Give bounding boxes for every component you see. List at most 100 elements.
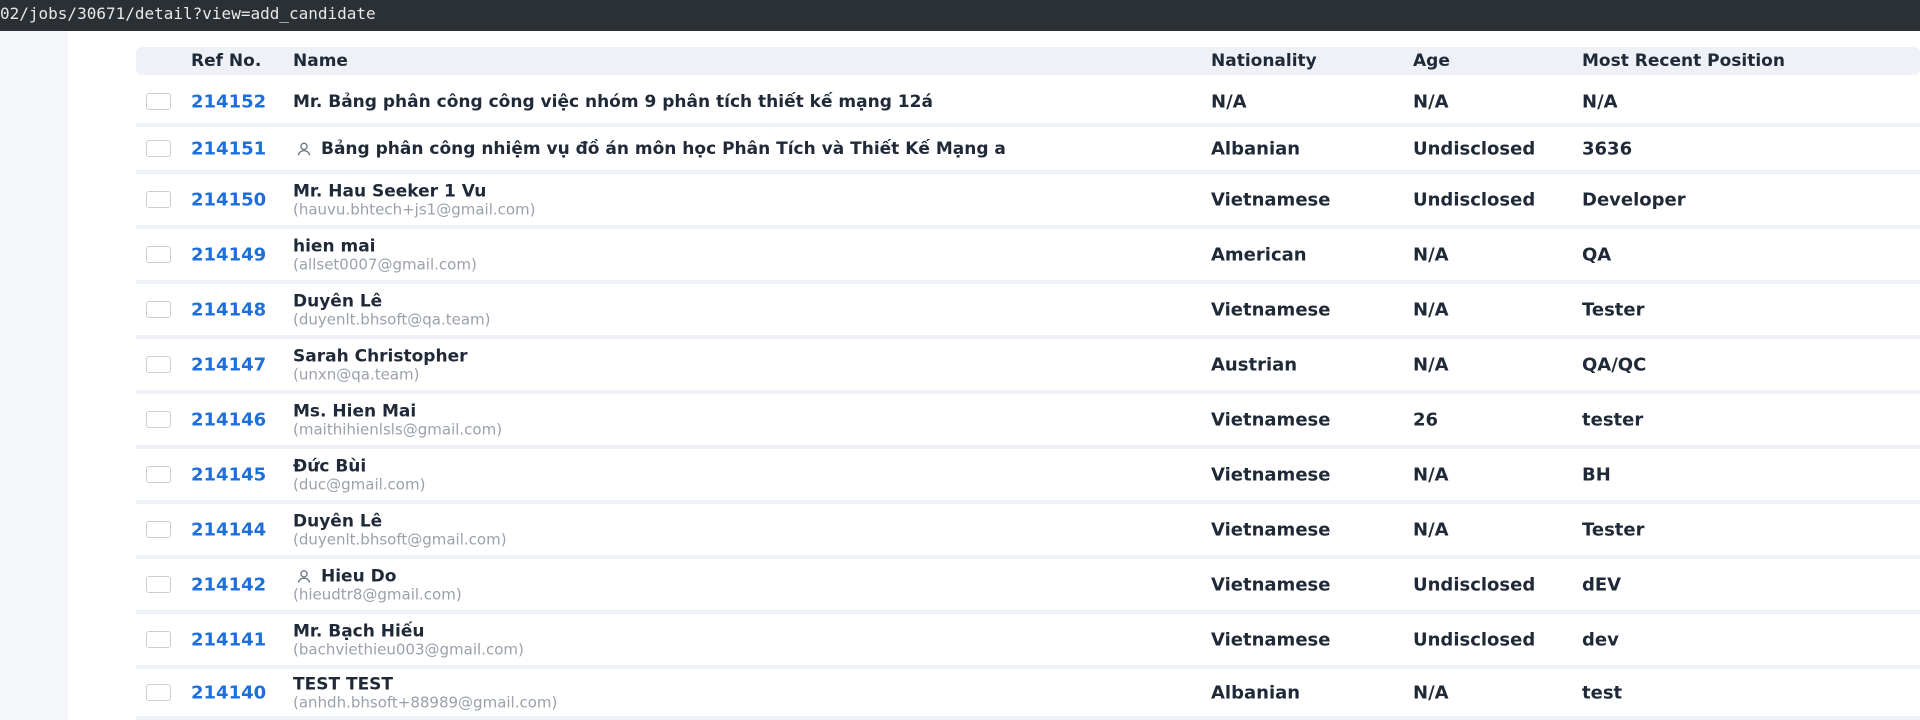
most-recent-position-cell: tester [1582,409,1644,430]
candidate-ref-link[interactable]: 214146 [191,409,266,430]
candidate-name-cell: Đức Bùi (duc@gmail.com) [293,456,1293,493]
candidate-ref-link[interactable]: 214142 [191,574,266,595]
candidate-name-cell: Hieu Do (hieudtr8@gmail.com) [293,566,1293,603]
candidate-ref-link[interactable]: 214141 [191,629,266,650]
candidate-name-cell: TEST TEST (anhdh.bhsoft+88989@gmail.com) [293,674,1293,711]
candidate-name-line: Duyên Lê [293,511,1293,531]
candidate-ref-link[interactable]: 214150 [191,189,266,210]
age-cell: 26 [1413,409,1439,430]
candidate-ref-link[interactable]: 214151 [191,138,266,159]
candidate-name-line: Mr. Bạch Hiếu [293,621,1293,641]
candidate-name-line: Bảng phân công nhiệm vụ đồ án môn học Ph… [293,139,1293,159]
row-select-checkbox[interactable] [146,190,171,208]
row-select-checkbox[interactable] [146,465,171,483]
candidate-name[interactable]: Mr. Bảng phân công công việc nhóm 9 phân… [293,92,933,112]
table-row[interactable]: 214146 Ms. Hien Mai (maithihienlsls@gmail.… [136,394,1920,449]
candidate-name-line: hien mai [293,236,1293,256]
age-cell: Undisclosed [1413,138,1536,159]
candidate-name[interactable]: Bảng phân công nhiệm vụ đồ án môn học Ph… [321,139,1006,159]
age-cell: N/A [1413,464,1449,485]
candidate-name[interactable]: Mr. Bạch Hiếu [293,621,424,641]
url-text: 02/jobs/30671/detail?view=add_candidate [0,4,376,23]
row-select-checkbox[interactable] [146,630,171,648]
candidate-ref-link[interactable]: 214144 [191,519,266,540]
row-select-checkbox[interactable] [146,575,171,593]
table-row[interactable]: 214147 Sarah Christopher (unxn@qa.team) Aus… [136,339,1920,394]
candidate-ref-link[interactable]: 214152 [191,92,266,113]
age-cell: N/A [1413,299,1449,320]
table-row[interactable]: 214145 Đức Bùi (duc@gmail.com) Vietnamese N/… [136,449,1920,504]
candidate-email: (hieudtr8@gmail.com) [293,585,462,603]
row-select-checkbox[interactable] [146,93,171,110]
candidate-name[interactable]: hien mai [293,236,376,256]
table-row[interactable]: 214152 Mr. Bảng phân công công việc nhóm … [136,81,1920,127]
candidate-email: (duyenlt.bhsoft@gmail.com) [293,530,507,548]
candidate-name[interactable]: Hieu Do [321,566,396,586]
nationality-cell: Albanian [1211,682,1301,703]
row-select-checkbox[interactable] [146,245,171,263]
column-header-age[interactable]: Age [1413,47,1450,75]
candidate-name-line: Ms. Hien Mai [293,401,1293,421]
candidate-name-cell: hien mai (allset0007@gmail.com) [293,236,1293,273]
candidate-name-line: Sarah Christopher [293,346,1293,366]
nationality-cell: Vietnamese [1211,574,1331,595]
table-row[interactable]: 214141 Mr. Bạch Hiếu (bachviethieu003@gmai… [136,614,1920,669]
age-cell: N/A [1413,354,1449,375]
table-row[interactable]: 214148 Duyên Lê (duyenlt.bhsoft@qa.team) Vi… [136,284,1920,339]
age-cell: Undisclosed [1413,189,1536,210]
candidate-name-line: Duyên Lê [293,291,1293,311]
left-sidebar [0,31,68,720]
candidate-name[interactable]: Ms. Hien Mai [293,401,416,421]
row-select-checkbox[interactable] [146,410,171,428]
candidate-name[interactable]: Mr. Hau Seeker 1 Vu [293,181,486,201]
nationality-cell: N/A [1211,91,1247,113]
column-header-ref-no[interactable]: Ref No. [191,47,261,75]
nationality-cell: Albanian [1211,138,1301,159]
row-select-checkbox[interactable] [146,300,171,318]
candidate-name[interactable]: Sarah Christopher [293,346,468,366]
row-select-checkbox[interactable] [146,355,171,373]
age-cell: N/A [1413,519,1449,540]
age-cell: N/A [1413,244,1449,265]
row-select-checkbox[interactable] [146,683,171,701]
candidate-name-cell: Bảng phân công nhiệm vụ đồ án môn học Ph… [293,139,1293,159]
candidate-ref-link[interactable]: 214149 [191,244,266,265]
candidate-email: (allset0007@gmail.com) [293,255,477,273]
candidate-name-cell: Mr. Hau Seeker 1 Vu (hauvu.bhtech+js1@gma… [293,181,1293,218]
candidate-name[interactable]: Duyên Lê [293,511,382,531]
candidate-name-cell: Duyên Lê (duyenlt.bhsoft@qa.team) [293,291,1293,328]
table-row[interactable]: 214144 Duyên Lê (duyenlt.bhsoft@gmail.com)… [136,504,1920,559]
candidate-name-line: Mr. Bảng phân công công việc nhóm 9 phân… [293,92,1293,112]
candidate-ref-link[interactable]: 214145 [191,464,266,485]
column-header-name[interactable]: Name [293,47,348,75]
row-select-checkbox[interactable] [146,139,171,157]
candidate-name[interactable]: TEST TEST [293,674,393,694]
most-recent-position-cell: BH [1582,464,1611,485]
candidate-name-cell: Ms. Hien Mai (maithihienlsls@gmail.com) [293,401,1293,438]
nationality-cell: Vietnamese [1211,299,1331,320]
column-header-nationality[interactable]: Nationality [1211,47,1317,75]
table-row[interactable]: 214149 hien mai (allset0007@gmail.com) Amer… [136,229,1920,284]
most-recent-position-cell: Tester [1582,299,1645,320]
candidate-name-line: Đức Bùi [293,456,1293,476]
row-select-checkbox[interactable] [146,520,171,538]
table-row[interactable]: 214142 Hieu Do (hieudtr8@gmail.com) Vietnam… [136,559,1920,614]
browser-url-bar[interactable]: 02/jobs/30671/detail?view=add_candidate [0,0,1920,31]
candidate-name-line: Mr. Hau Seeker 1 Vu [293,181,1293,201]
candidate-ref-link[interactable]: 214147 [191,354,266,375]
candidate-ref-link[interactable]: 214148 [191,299,266,320]
nationality-cell: Vietnamese [1211,519,1331,540]
most-recent-position-cell: QA/QC [1582,354,1647,375]
column-header-most-recent-position[interactable]: Most Recent Position [1582,47,1785,75]
candidate-email: (maithihienlsls@gmail.com) [293,420,503,438]
candidate-ref-link[interactable]: 214140 [191,682,266,703]
most-recent-position-cell: test [1582,682,1623,703]
nationality-cell: Vietnamese [1211,464,1331,485]
candidate-name[interactable]: Duyên Lê [293,291,382,311]
age-cell: Undisclosed [1413,574,1536,595]
most-recent-position-cell: dEV [1582,574,1622,595]
table-row[interactable]: 214150 Mr. Hau Seeker 1 Vu (hauvu.bhtech+j… [136,174,1920,229]
table-row[interactable]: 214140 TEST TEST (anhdh.bhsoft+88989@gmail… [136,669,1920,720]
candidate-name[interactable]: Đức Bùi [293,456,366,476]
table-row[interactable]: 214151 Bảng phân công nhiệm vụ đồ án môn … [136,127,1920,174]
